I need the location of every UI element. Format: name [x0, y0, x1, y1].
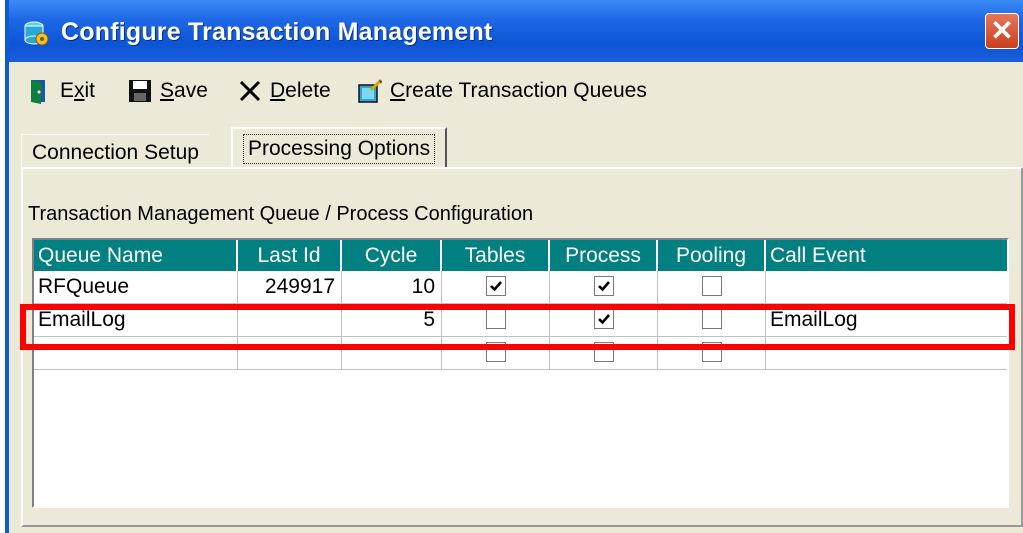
pooling-checkbox[interactable]: [701, 342, 722, 362]
column-header-tables[interactable]: Tables: [442, 240, 550, 271]
tab-processing-options-label: Processing Options: [243, 134, 436, 164]
process-checkbox[interactable]: [593, 309, 614, 329]
cell-tables: [442, 271, 550, 304]
cell-tables: [442, 304, 550, 337]
cell-queue-name[interactable]: RFQueue: [34, 271, 238, 304]
column-header-process[interactable]: Process: [550, 240, 658, 271]
delete-button[interactable]: Delete: [237, 74, 331, 108]
tables-checkbox[interactable]: [485, 276, 506, 296]
queue-grid[interactable]: Queue Name Last Id Cycle Tables Process …: [32, 238, 1009, 508]
tab-processing-options[interactable]: Processing Options: [231, 127, 448, 169]
cell-cycle[interactable]: 10: [342, 271, 442, 304]
save-label-post: ave: [174, 79, 208, 102]
save-button[interactable]: Save: [127, 74, 208, 108]
column-header-pooling[interactable]: Pooling: [658, 240, 766, 271]
column-header-call-event[interactable]: Call Event: [766, 240, 1007, 271]
delete-x-icon: [239, 80, 261, 102]
cell-pooling: [658, 337, 766, 370]
close-button[interactable]: ✕: [985, 13, 1019, 49]
exit-button[interactable]: Ex it: [27, 74, 95, 108]
tab-strip: Connection Setup Processing Options: [21, 124, 1013, 170]
tables-checkbox[interactable]: [485, 342, 506, 362]
grid-header-row: Queue Name Last Id Cycle Tables Process …: [34, 240, 1007, 271]
exit-door-icon: [31, 80, 45, 104]
cell-queue-name[interactable]: EmailLog: [34, 304, 238, 337]
cell-call-event[interactable]: [766, 271, 1007, 304]
cell-last-id[interactable]: [238, 337, 342, 370]
delete-label-post: elete: [285, 79, 331, 102]
cell-cycle[interactable]: 5: [342, 304, 442, 337]
cell-process: [550, 304, 658, 337]
cell-call-event[interactable]: [766, 337, 1007, 370]
database-gear-icon: [24, 21, 49, 46]
cell-pooling: [658, 271, 766, 304]
cell-last-id[interactable]: 249917: [238, 271, 342, 304]
cell-pooling: [658, 304, 766, 337]
table-row[interactable]: [34, 337, 1007, 370]
pooling-checkbox[interactable]: [701, 276, 722, 296]
table-row[interactable]: EmailLog 5 EmailLog: [34, 304, 1007, 337]
floppy-disk-icon: [129, 80, 151, 102]
cell-call-event[interactable]: EmailLog: [766, 304, 1007, 337]
delete-label-accel: D: [270, 79, 286, 102]
create-label-post: reate Transaction Queues: [405, 79, 647, 102]
section-label: Transaction Management Queue / Process C…: [28, 203, 534, 225]
table-row[interactable]: RFQueue 249917 10: [34, 271, 1007, 304]
create-transaction-queues-button[interactable]: Create Transaction Queues: [357, 74, 647, 108]
exit-label-post: it: [84, 79, 96, 102]
tables-checkbox[interactable]: [485, 309, 506, 329]
window-title: Configure Transaction Management: [61, 18, 493, 46]
pooling-checkbox[interactable]: [701, 309, 722, 329]
toolbar: Ex it Save Delete Create Transaction Que…: [9, 66, 1023, 114]
cell-cycle[interactable]: [342, 337, 442, 370]
save-label-accel: S: [160, 79, 175, 102]
column-header-last-id[interactable]: Last Id: [238, 240, 342, 271]
title-bar[interactable]: Configure Transaction Management ✕: [9, 0, 1023, 62]
checkmark-icon: [597, 281, 610, 292]
column-header-cycle[interactable]: Cycle: [342, 240, 442, 271]
create-queue-icon: [358, 78, 383, 103]
cell-queue-name[interactable]: [34, 337, 238, 370]
cell-last-id[interactable]: [238, 304, 342, 337]
process-checkbox[interactable]: [593, 342, 614, 362]
close-icon: ✕: [990, 15, 1014, 46]
checkmark-icon: [489, 281, 502, 292]
checkmark-icon: [597, 314, 610, 325]
exit-label-accel: x: [74, 79, 85, 102]
cell-process: [550, 271, 658, 304]
cell-tables: [442, 337, 550, 370]
process-checkbox[interactable]: [593, 276, 614, 296]
tab-connection-setup[interactable]: Connection Setup: [21, 134, 209, 170]
column-header-queue-name[interactable]: Queue Name: [34, 240, 238, 271]
cell-process: [550, 337, 658, 370]
exit-label-pre: E: [60, 79, 75, 102]
create-label-accel: C: [390, 79, 406, 102]
